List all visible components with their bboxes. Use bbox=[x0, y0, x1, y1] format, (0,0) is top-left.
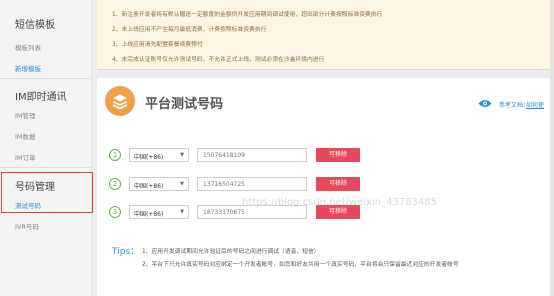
notice-box: 1、新注册开发者将有默认赠送一定额度的金额供开发应用期间调试使用，超出部分计费按… bbox=[97, 0, 554, 70]
eye-icon bbox=[478, 100, 492, 107]
scrollbar[interactable] bbox=[550, 0, 554, 296]
remove-button[interactable]: 可移除 bbox=[316, 177, 360, 191]
sidebar-item-template-list[interactable]: 模板列表 bbox=[15, 42, 41, 52]
notice-line: 4、未完成认证账号仅允许测试号码，不允许正式上线。测试必须在沙盒环境内进行 bbox=[112, 57, 325, 63]
country-code-select[interactable]: 中国(+86) ▼ bbox=[129, 205, 189, 219]
country-code-value: 中国(+86) bbox=[134, 154, 164, 161]
sidebar-divider bbox=[0, 78, 92, 79]
main-content: 1、新注册开发者将有默认赠送一定额度的金额供开发应用期间调试使用，超出部分计费按… bbox=[97, 0, 554, 296]
chevron-down-icon: ▼ bbox=[180, 181, 184, 187]
notice-line: 1、新注册开发者将有默认赠送一定额度的金额供开发应用期间调试使用，超出部分计费按… bbox=[112, 12, 383, 18]
country-code-select[interactable]: 中国(+86) ▼ bbox=[129, 148, 189, 162]
page-title: 平台测试号码 bbox=[145, 97, 224, 112]
sidebar-item-im-manage[interactable]: IM管理 bbox=[15, 110, 36, 120]
tip-line: 1、应用开发调试期间允许验证后的号码之间进行调试（语音、短信） bbox=[142, 249, 320, 255]
row-index-badge: 1 bbox=[109, 149, 121, 161]
row-index-badge: 2 bbox=[109, 178, 121, 190]
tips-label: Tips： bbox=[112, 247, 140, 257]
notice-line: 3、上线应用请先配置套餐续费预付 bbox=[112, 42, 203, 48]
reference-doc-link[interactable]: 如何使 bbox=[526, 100, 544, 109]
sidebar-section-im[interactable]: IM即时通讯 bbox=[15, 88, 67, 103]
test-numbers-panel: 平台测试号码 参考文档： 如何使 1 中国(+86) ▼ 15076418109 … bbox=[97, 78, 554, 296]
chevron-down-icon: ▼ bbox=[180, 209, 184, 215]
phone-number-input[interactable]: 15076418109 bbox=[197, 148, 307, 162]
sidebar: 短信模板 模板列表 新增模板 IM即时通讯 IM管理 IM数据 IM订单 号码管… bbox=[0, 0, 92, 296]
highlight-box bbox=[1, 172, 93, 213]
tip-line: 2、平台下只允许真实号码对应绑定一个开发者帐号，如您和好友共用一个真实号码，平台… bbox=[142, 262, 459, 268]
reference-doc-label: 参考文档： bbox=[499, 102, 530, 109]
layers-icon bbox=[105, 86, 135, 116]
notice-line: 2、未上线应用不产生每月最低消费，计费按照标准资费执行 bbox=[112, 27, 267, 33]
chevron-down-icon: ▼ bbox=[180, 152, 184, 158]
country-code-select[interactable]: 中国(+86) ▼ bbox=[129, 177, 189, 191]
country-code-value: 中国(+86) bbox=[134, 183, 164, 190]
sidebar-divider bbox=[0, 167, 92, 168]
watermark: https://blog.csdn.net/weixin_43783485 bbox=[242, 197, 438, 208]
row-index-badge: 3 bbox=[109, 206, 121, 218]
test-number-row: 1 中国(+86) ▼ 15076418109 可移除 bbox=[109, 148, 360, 162]
phone-number-input[interactable]: 13716504725 bbox=[197, 177, 307, 191]
sidebar-item-ivr-numbers[interactable]: IVR号码 bbox=[15, 221, 39, 231]
sidebar-item-im-orders[interactable]: IM订单 bbox=[15, 152, 36, 162]
sidebar-item-im-data[interactable]: IM数据 bbox=[15, 131, 36, 141]
sidebar-section-sms-templates[interactable]: 短信模板 bbox=[15, 16, 55, 31]
test-number-row: 2 中国(+86) ▼ 13716504725 可移除 bbox=[109, 177, 360, 191]
sidebar-item-add-template[interactable]: 新增模板 bbox=[15, 63, 41, 73]
country-code-value: 中国(+86) bbox=[134, 211, 164, 218]
remove-button[interactable]: 可移除 bbox=[316, 148, 360, 162]
